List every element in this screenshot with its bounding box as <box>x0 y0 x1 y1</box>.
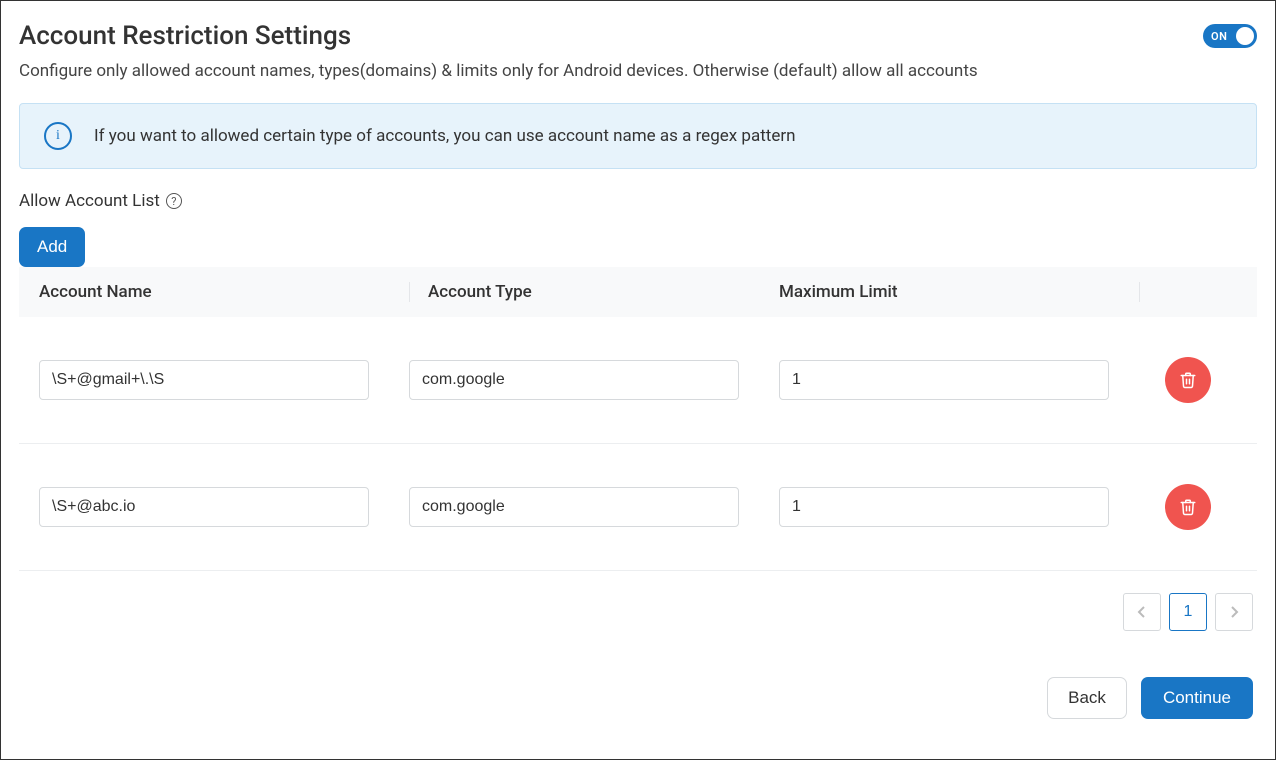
settings-toggle[interactable]: ON <box>1203 24 1257 48</box>
continue-button[interactable]: Continue <box>1141 677 1253 719</box>
table-row <box>19 317 1257 444</box>
toggle-on-label: ON <box>1211 30 1227 43</box>
page-subtitle: Configure only allowed account names, ty… <box>19 61 1257 81</box>
toggle-knob-icon <box>1236 27 1254 45</box>
col-header-action <box>1139 282 1237 302</box>
settings-panel: Account Restriction Settings ON Configur… <box>0 0 1276 760</box>
col-header-account-name: Account Name <box>39 282 409 302</box>
pagination: 1 <box>19 593 1257 631</box>
account-name-input[interactable] <box>39 487 369 527</box>
trash-icon <box>1179 371 1197 389</box>
account-name-input[interactable] <box>39 360 369 400</box>
max-limit-input[interactable] <box>779 360 1109 400</box>
header-row: Account Restriction Settings ON <box>19 21 1257 51</box>
delete-row-button[interactable] <box>1165 484 1211 530</box>
trash-icon <box>1179 498 1197 516</box>
table-header: Account Name Account Type Maximum Limit <box>19 267 1257 317</box>
col-header-account-type: Account Type <box>409 282 779 302</box>
max-limit-input[interactable] <box>779 487 1109 527</box>
info-banner-text: If you want to allowed certain type of a… <box>94 126 795 146</box>
allow-account-list-label: Allow Account List <box>19 191 160 211</box>
col-header-max-limit: Maximum Limit <box>779 282 1139 302</box>
prev-page-button[interactable] <box>1123 593 1161 631</box>
back-button[interactable]: Back <box>1047 677 1127 719</box>
chevron-left-icon <box>1137 605 1147 619</box>
add-button[interactable]: Add <box>19 227 85 267</box>
table-row <box>19 444 1257 571</box>
info-banner: i If you want to allowed certain type of… <box>19 103 1257 169</box>
next-page-button[interactable] <box>1215 593 1253 631</box>
page-title: Account Restriction Settings <box>19 21 351 51</box>
help-icon[interactable]: ? <box>166 193 182 209</box>
account-type-input[interactable] <box>409 360 739 400</box>
account-table: Account Name Account Type Maximum Limit <box>19 267 1257 571</box>
delete-row-button[interactable] <box>1165 357 1211 403</box>
info-icon: i <box>44 122 72 150</box>
section-label-row: Allow Account List ? <box>19 191 1257 211</box>
footer-actions: Back Continue <box>19 677 1257 719</box>
account-type-input[interactable] <box>409 487 739 527</box>
page-number-button[interactable]: 1 <box>1169 593 1207 631</box>
chevron-right-icon <box>1229 605 1239 619</box>
